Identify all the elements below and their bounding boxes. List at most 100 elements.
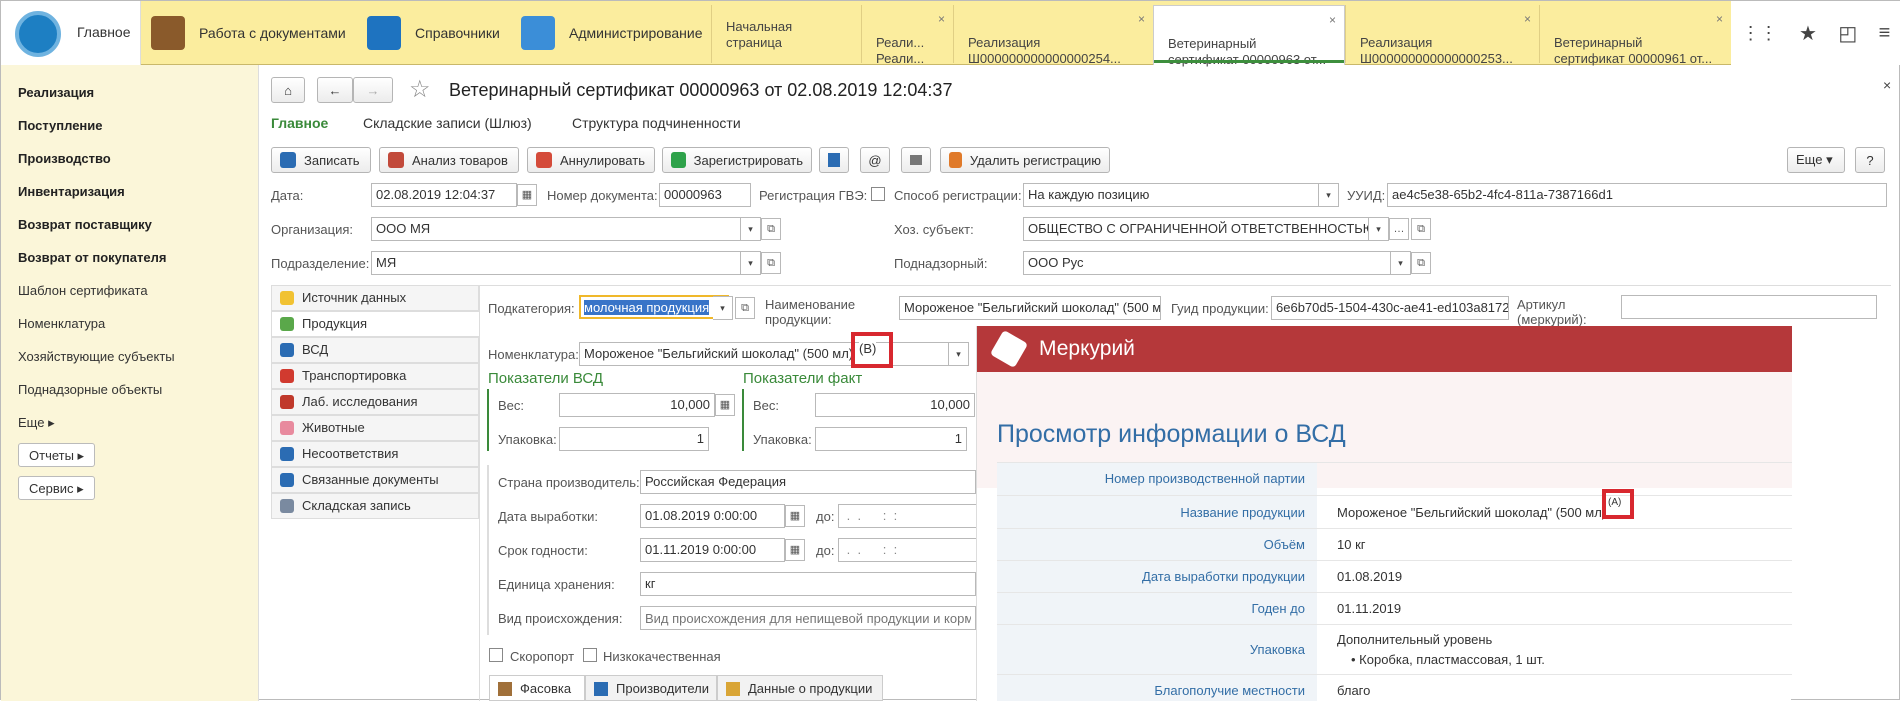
nav-vsd[interactable]: ВСД — [271, 337, 479, 363]
production-date-to-field[interactable]: . . : : — [838, 504, 978, 528]
sidebar-item-sales[interactable]: Реализация — [18, 85, 94, 100]
chevron-down-icon[interactable]: ▾ — [713, 296, 733, 320]
microscope-button[interactable] — [819, 147, 849, 173]
save-button[interactable]: Записать — [271, 147, 371, 173]
tab-sale-254[interactable]: Реализация Ш000000000000000254... × — [953, 5, 1153, 66]
nav-products[interactable]: Продукция — [271, 311, 479, 337]
section-references[interactable]: Справочники — [367, 1, 500, 65]
close-icon[interactable]: × — [1883, 77, 1891, 93]
close-icon[interactable]: × — [1716, 11, 1723, 27]
article-field[interactable] — [1621, 295, 1877, 319]
section-admin[interactable]: Администрирование — [521, 1, 703, 65]
open-icon[interactable]: ⧉ — [761, 218, 781, 240]
nav-linked-docs[interactable]: Связанные документы — [271, 467, 479, 493]
business-entity-select[interactable]: ОБЩЕСТВО С ОГРАНИЧЕННОЙ ОТВЕТСТВЕННОСТЬЮ — [1023, 217, 1369, 241]
tab-product-data[interactable]: Данные о продукции — [717, 675, 883, 701]
star-icon[interactable]: ★ — [1799, 21, 1817, 46]
doc-number-field[interactable]: 00000963 — [659, 183, 751, 207]
analyze-goods-button[interactable]: Анализ товаров — [379, 147, 519, 173]
section-home[interactable]: Главное — [1, 1, 141, 65]
tab-start-page[interactable]: Начальная страница — [711, 5, 861, 63]
open-icon[interactable]: ⧉ — [761, 252, 781, 274]
supervised-select[interactable]: ООО Рус — [1023, 251, 1391, 275]
close-icon[interactable]: × — [938, 11, 945, 27]
sidebar-item-receipts[interactable]: Поступление — [18, 118, 103, 133]
delete-registration-button[interactable]: Удалить регистрацию — [940, 147, 1110, 173]
chevron-down-icon[interactable]: ▾ — [949, 342, 969, 366]
chevron-down-icon[interactable]: ▾ — [1319, 183, 1339, 207]
sidebar-item-cert-template[interactable]: Шаблон сертификата — [18, 283, 148, 298]
storage-unit-field[interactable]: кг — [640, 572, 976, 596]
sidebar-item-inventory[interactable]: Инвентаризация — [18, 184, 125, 199]
calendar-icon[interactable]: ▦ — [517, 184, 537, 206]
date-field[interactable]: 02.08.2019 12:04:37 — [371, 183, 517, 207]
home-button[interactable]: ⌂ — [271, 77, 305, 103]
nav-warehouse-record[interactable]: Складская запись — [271, 493, 479, 519]
sidebar-item-business-entities[interactable]: Хозяйствующие субъекты — [18, 349, 175, 364]
perishable-checkbox[interactable] — [489, 648, 503, 662]
email-button[interactable]: @ — [860, 147, 890, 173]
tab-sale-short[interactable]: Реали... Реали... × — [861, 5, 953, 66]
help-button[interactable]: ? — [1855, 147, 1885, 173]
tab-packaging[interactable]: Фасовка — [489, 675, 585, 701]
close-icon[interactable]: × — [1524, 11, 1531, 27]
chevron-down-icon[interactable]: ▾ — [1369, 217, 1389, 241]
section-documents[interactable]: Работа с документами — [151, 1, 346, 65]
org-select[interactable]: ООО МЯ — [371, 217, 741, 241]
close-icon[interactable]: × — [1138, 11, 1145, 27]
calendar-icon[interactable]: ▦ — [785, 539, 805, 561]
fact-weight-field[interactable]: 10,000 — [815, 393, 975, 417]
tab-vet-cert-961[interactable]: Ветеринарный сертификат 00000961 от... × — [1539, 5, 1731, 66]
nav-lab-tests[interactable]: Лаб. исследования — [271, 389, 479, 415]
fact-package-field[interactable]: 1 — [815, 427, 967, 451]
open-icon[interactable]: ⧉ — [1411, 252, 1431, 274]
sidebar-item-return-customer[interactable]: Возврат от покупателя — [18, 250, 166, 265]
service-button[interactable]: Сервис ▸ — [18, 476, 95, 500]
weight-field[interactable]: 10,000 — [559, 393, 715, 417]
chevron-down-icon[interactable]: ▾ — [741, 251, 761, 275]
uuid-field[interactable]: ae4c5e38-65b2-4fc4-811a-7387166d1 — [1387, 183, 1887, 207]
history-icon[interactable]: ◰ — [1838, 21, 1857, 46]
product-guid-field[interactable]: 6e6b70d5-1504-430c-ae41-ed103a81720 — [1271, 296, 1509, 320]
forward-button[interactable]: → — [353, 77, 393, 103]
expiry-to-field[interactable]: . . : : — [838, 538, 978, 562]
product-name-field[interactable]: Мороженое "Бельгийский шоколад" (500 мл — [899, 296, 1161, 320]
calendar-icon[interactable]: ▦ — [785, 505, 805, 527]
sidebar-item-return-supplier[interactable]: Возврат поставщику — [18, 217, 152, 232]
ellipsis-icon[interactable]: … — [1389, 218, 1409, 240]
subtab-structure[interactable]: Структура подчиненности — [572, 115, 741, 131]
sidebar-item-production[interactable]: Производство — [18, 151, 111, 166]
nav-nonconformities[interactable]: Несоответствия — [271, 441, 479, 467]
production-date-field[interactable]: 01.08.2019 0:00:00 — [640, 504, 785, 528]
gvz-checkbox[interactable] — [871, 187, 885, 201]
apps-icon[interactable]: ⋮⋮ — [1742, 23, 1778, 44]
sidebar-item-nomenclature[interactable]: Номенклатура — [18, 316, 105, 331]
sidebar-item-supervised-objects[interactable]: Поднадзорные объекты — [18, 382, 162, 397]
chevron-down-icon[interactable]: ▾ — [741, 217, 761, 241]
origin-field[interactable] — [640, 606, 976, 630]
nav-transport[interactable]: Транспортировка — [271, 363, 479, 389]
division-select[interactable]: МЯ — [371, 251, 741, 275]
nav-data-source[interactable]: Источник данных — [271, 285, 479, 311]
tab-producers[interactable]: Производители — [585, 675, 717, 701]
expiry-field[interactable]: 01.11.2019 0:00:00 — [640, 538, 785, 562]
annul-button[interactable]: Аннулировать — [527, 147, 655, 173]
favorite-star-icon[interactable]: ☆ — [409, 75, 431, 104]
print-button[interactable] — [901, 147, 931, 173]
nav-animals[interactable]: Животные — [271, 415, 479, 441]
subcategory-select[interactable]: молочная продукция — [579, 295, 729, 319]
package-field[interactable]: 1 — [559, 427, 709, 451]
back-button[interactable]: ← — [317, 77, 353, 103]
sidebar-item-more[interactable]: Еще ▸ — [18, 415, 55, 431]
nomenclature-select[interactable]: Мороженое "Бельгийский шоколад" (500 мл) — [579, 342, 949, 366]
menu-icon[interactable]: ≡ — [1879, 22, 1891, 45]
calculator-icon[interactable]: ▦ — [715, 394, 735, 416]
chevron-down-icon[interactable]: ▾ — [1391, 251, 1411, 275]
register-button[interactable]: Зарегистрировать — [662, 147, 812, 173]
tab-vet-cert-963[interactable]: Ветеринарный сертификат 00000963 от... × — [1153, 5, 1345, 67]
open-icon[interactable]: ⧉ — [1411, 218, 1431, 240]
close-icon[interactable]: × — [1329, 12, 1336, 28]
lowquality-checkbox[interactable] — [583, 648, 597, 662]
open-icon[interactable]: ⧉ — [735, 297, 755, 319]
country-field[interactable]: Российская Федерация — [640, 470, 976, 494]
